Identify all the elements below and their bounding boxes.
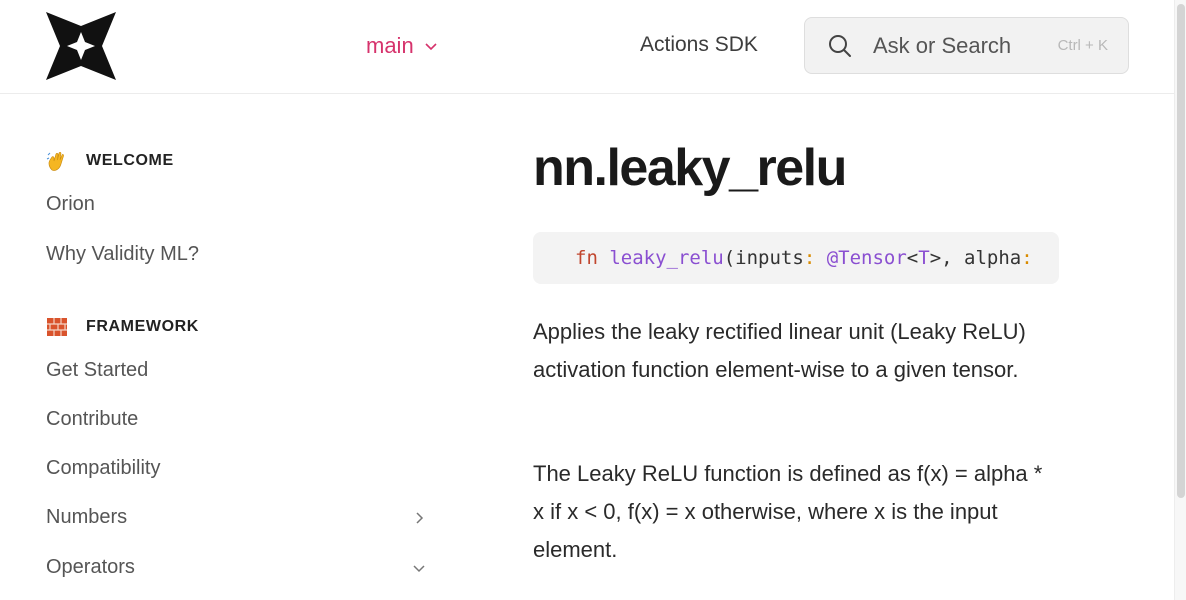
search-box[interactable]: Ask or Search Ctrl + K [804,17,1129,74]
sidebar-item-label: Why Validity ML? [46,243,200,265]
search-icon [829,34,851,57]
chevron-right-icon[interactable] [412,511,426,525]
code-function-name: leaky_relu [609,247,724,269]
sidebar: WELCOME Orion Why Validity ML? FRAMEWORK… [0,94,470,600]
code-params: (inputs [723,247,804,269]
page-title: nn.leaky_relu [533,139,847,197]
search-shortcut: Ctrl + K [1057,37,1108,54]
code-block[interactable]: fn leaky_relu(inputs: @Tensor<T>, alpha: [533,232,1059,284]
sidebar-item-compatibility[interactable]: Compatibility [46,457,430,480]
branch-selector[interactable]: main [366,33,438,59]
code-keyword: fn [575,247,598,269]
code-type: @Tensor [826,247,907,269]
vertical-scrollbar[interactable] [1174,0,1186,600]
sidebar-item-contribute[interactable]: Contribute [46,408,430,431]
code-lt: < [906,247,919,269]
sidebar-item-label: Compatibility [46,457,161,479]
code-type-param: T [918,247,930,269]
waving-hand-icon [46,152,64,171]
sidebar-item-label: Operators [46,556,135,578]
code-params-rest: >, alpha [929,247,1022,269]
chevron-down-icon [425,43,437,51]
section-welcome: WELCOME [46,150,174,172]
sidebar-item-label: Contribute [46,408,139,430]
section-framework: FRAMEWORK [46,316,199,338]
description-paragraph: Applies the leaky rectified linear unit … [533,319,1026,382]
sidebar-item-why-validity-ml[interactable]: Why Validity ML? [46,243,430,266]
section-title: FRAMEWORK [86,318,199,335]
sidebar-item-operators[interactable]: Operators [46,556,430,579]
actions-sdk-link[interactable]: Actions SDK [640,33,758,57]
code-colon: : [803,247,816,269]
sidebar-item-label: Orion [46,193,95,215]
top-navbar: main Actions SDK Ask or Search Ctrl + K [0,0,1174,94]
code-colon: : [1021,247,1033,269]
definition-paragraph: The Leaky ReLU function is defined as f(… [533,461,1043,562]
sidebar-item-label: Numbers [46,506,128,528]
sidebar-item-label: Get Started [46,359,149,381]
sidebar-item-orion[interactable]: Orion [46,193,430,216]
logo-icon[interactable] [46,12,116,80]
sidebar-item-numbers[interactable]: Numbers [46,506,430,529]
section-title: WELCOME [86,152,174,169]
scrollbar-thumb[interactable] [1177,4,1185,498]
sidebar-item-get-started[interactable]: Get Started [46,359,430,382]
search-placeholder: Ask or Search [873,32,1012,58]
branch-label: main [366,33,414,58]
bricks-icon [47,318,67,336]
chevron-down-icon[interactable] [412,561,426,575]
